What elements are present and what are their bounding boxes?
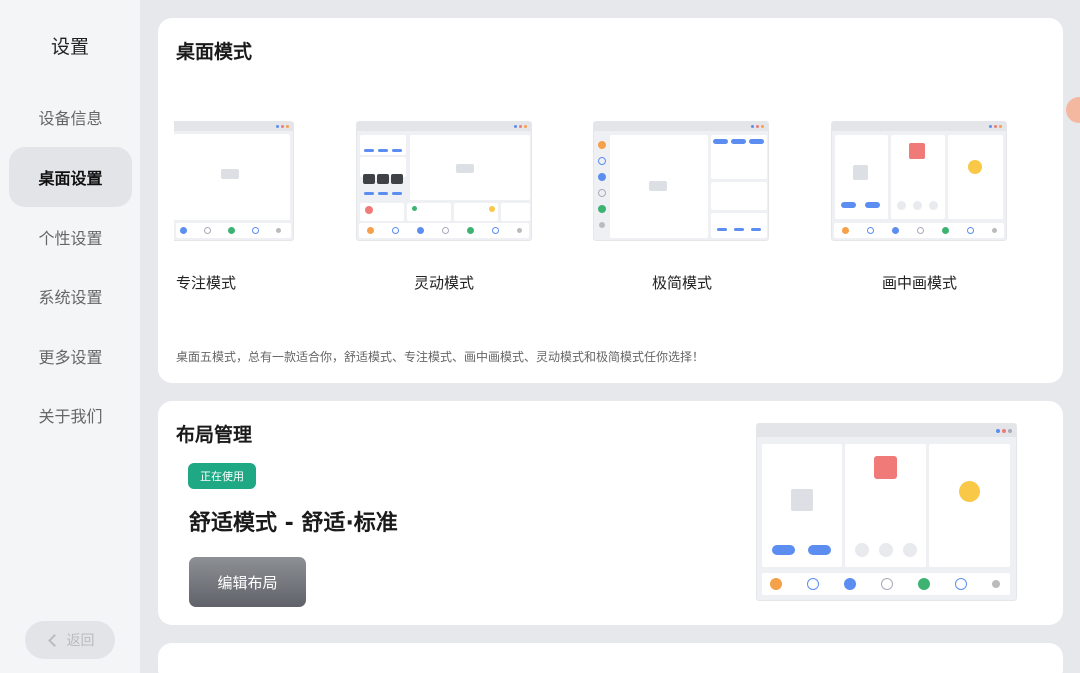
layout-management-title: 布局管理: [176, 424, 253, 446]
desktop-modes-title: 桌面模式: [176, 41, 253, 63]
mode-label-minimal[interactable]: 极简模式: [652, 272, 712, 293]
mode-label-pip[interactable]: 画中画模式: [882, 272, 957, 293]
sidebar-item-about-us[interactable]: 关于我们: [9, 385, 132, 445]
edit-layout-button[interactable]: 编辑布局: [189, 557, 306, 607]
sidebar-item-more-settings[interactable]: 更多设置: [9, 326, 132, 386]
next-card: [158, 643, 1063, 673]
minimal-mode-thumbnail[interactable]: [593, 121, 769, 241]
back-label: 返回: [66, 633, 95, 649]
modes-description: 桌面五模式，总有一款适合你，舒适模式、专注模式、画中画模式、灵动模式和极简模式任…: [176, 350, 705, 364]
floating-ball-icon[interactable]: [1066, 97, 1080, 123]
sidebar-item-desktop-settings[interactable]: 桌面设置: [9, 147, 132, 207]
current-layout-name: 舒适模式 - 舒适·标准: [189, 511, 398, 536]
sidebar-item-personal-settings[interactable]: 个性设置: [9, 207, 132, 267]
sidebar-title: 设置: [50, 36, 89, 58]
in-use-badge: 正在使用: [188, 463, 256, 489]
focus-mode-thumbnail[interactable]: [174, 121, 294, 241]
mode-label-focus[interactable]: 专注模式: [176, 272, 236, 293]
sidebar-item-system-settings[interactable]: 系统设置: [9, 266, 132, 326]
desktop-modes-card: 桌面模式 专注模式 灵动模式 极简模式 画中画模式 桌面五模式，总有一款适合你，…: [158, 18, 1063, 383]
sidebar: 设置 设备信息 桌面设置 个性设置 系统设置 更多设置 关于我们 返回: [0, 0, 140, 673]
back-button[interactable]: 返回: [25, 621, 115, 659]
sidebar-item-device-info[interactable]: 设备信息: [9, 87, 132, 147]
pip-mode-thumbnail[interactable]: [831, 121, 1007, 241]
dynamic-mode-thumbnail[interactable]: [356, 121, 532, 241]
layout-management-card: 布局管理 正在使用 舒适模式 - 舒适·标准 编辑布局: [158, 401, 1063, 625]
chevron-left-icon: [47, 633, 61, 647]
mode-label-dynamic[interactable]: 灵动模式: [414, 272, 474, 293]
layout-preview-thumbnail: [756, 423, 1017, 601]
